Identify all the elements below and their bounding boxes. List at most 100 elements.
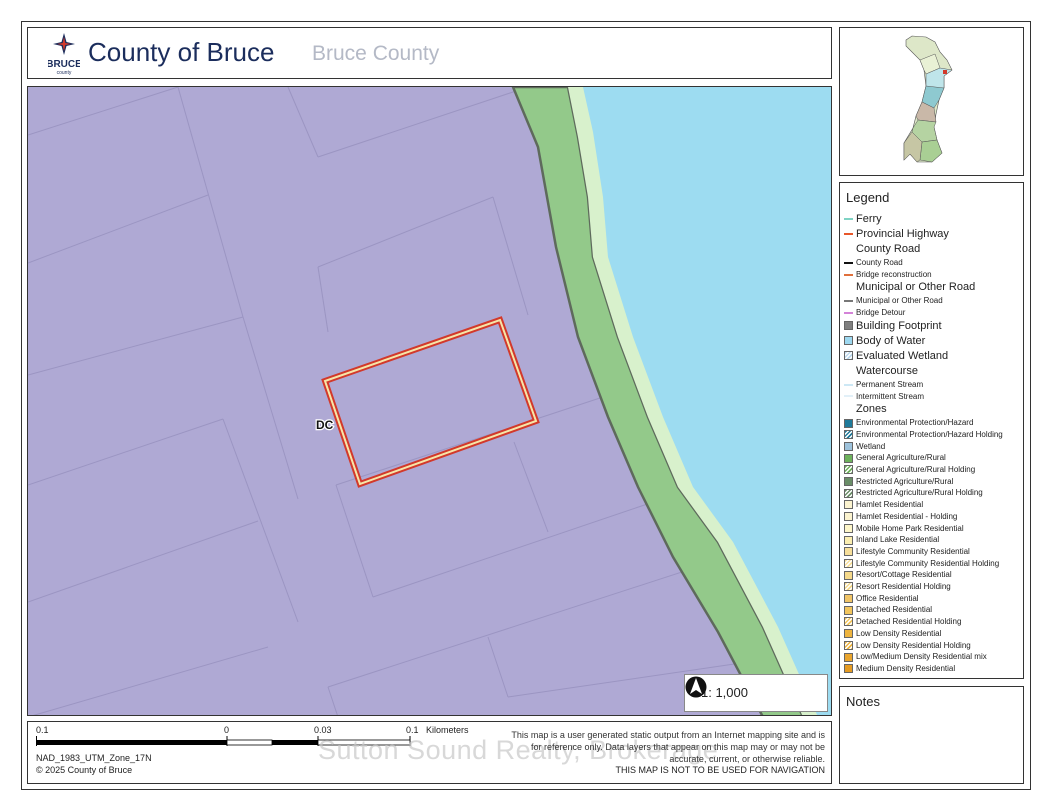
legend-item: Low Density Residential Holding	[844, 641, 971, 650]
legend-item: Low Density Residential	[844, 628, 942, 639]
legend-item: Municipal or Other Road	[844, 296, 943, 305]
legend-item-label: Ferry	[856, 213, 882, 225]
legend-item-label: Lifestyle Community Residential	[856, 546, 970, 556]
legend-item-label: Building Footprint	[856, 319, 942, 332]
legend-item-label: County Road	[856, 243, 921, 255]
zone-label: DC	[316, 418, 334, 432]
overview-inset-map	[839, 27, 1024, 176]
legend-item: Inland Lake Residential	[844, 535, 940, 545]
legend-title: Legend	[846, 190, 890, 205]
legend-item-label: Low Density Residential Holding	[856, 640, 971, 650]
legend-item-label: Detached Residential	[856, 605, 933, 615]
legend-item: Resort/Cottage Residential	[844, 570, 952, 580]
legend-item: Zones	[844, 403, 887, 415]
legend-item: General Agriculture/Rural	[844, 453, 946, 463]
legend-item: Restricted Agriculture/Rural	[844, 477, 953, 487]
legend-item-label: General Agriculture/Rural	[856, 453, 946, 463]
scale-ratio: 1: 1,000	[701, 685, 748, 700]
legend-swatch-icon	[844, 351, 853, 361]
legend-item-label: Body of Water	[856, 334, 926, 347]
legend-swatch-icon	[844, 558, 853, 568]
copyright-label: © 2025 County of Bruce	[36, 765, 133, 775]
map-view[interactable]: DC 1: 1,000	[27, 86, 832, 716]
legend-swatch-icon	[844, 261, 853, 264]
legend-item-label: Hamlet Residential - Holding	[856, 511, 958, 521]
legend-item-label: Mobile Home Park Residential	[856, 523, 964, 533]
legend-swatch-icon	[844, 336, 853, 346]
legend-item: County Road	[844, 243, 920, 255]
legend-item: Detached Residential Holding	[844, 617, 961, 627]
legend-swatch-icon	[844, 430, 853, 440]
legend-swatch-icon	[844, 629, 853, 639]
legend-item: Ferry	[844, 213, 882, 225]
legend-swatch-icon	[844, 418, 853, 428]
legend-item: Building Footprint	[844, 320, 942, 332]
legend-item: Detached Residential	[844, 605, 933, 615]
legend-item-label: Medium Density Residential	[856, 663, 956, 673]
notes-title: Notes	[846, 694, 880, 709]
legend-swatch-icon	[844, 617, 853, 627]
legend-item-label: Resort/Cottage Residential	[856, 570, 952, 580]
projection-label: NAD_1983_UTM_Zone_17N	[36, 753, 152, 763]
legend-item: County Road	[844, 258, 903, 267]
north-arrow-icon	[685, 676, 707, 698]
scale-tick-right: 0.1	[406, 725, 419, 735]
notes-panel: Notes	[839, 686, 1024, 784]
overview-map-graphic	[903, 35, 953, 163]
legend-swatch-icon	[844, 273, 853, 276]
legend-swatch-icon	[844, 582, 853, 592]
scale-tick-zero: 0	[224, 725, 230, 735]
legend-item-label: Bridge reconstruction	[856, 269, 932, 279]
legend-item-label: General Agriculture/Rural Holding	[856, 465, 976, 474]
legend-item-label: Bridge Detour	[856, 308, 906, 318]
legend-swatch-icon	[844, 523, 853, 533]
scale-indicator: 1: 1,000	[684, 674, 828, 712]
legend-swatch-icon	[844, 640, 853, 650]
legend-item-label: Watercourse	[856, 364, 918, 377]
legend-item: Evaluated Wetland	[844, 350, 948, 362]
legend-item: Body of Water	[844, 335, 925, 347]
legend-item: Lifestyle Community Residential	[844, 546, 970, 557]
legend-item-label: Low Density Residential	[856, 628, 942, 638]
legend-swatch-icon	[844, 605, 853, 615]
legend-item-label: Inland Lake Residential	[856, 535, 940, 545]
legend-item-label: Zones	[856, 403, 887, 416]
legend-swatch-icon	[844, 321, 853, 331]
scale-unit: Kilometers	[426, 725, 469, 735]
legend-swatch-icon	[844, 512, 853, 522]
legend-item-label: Restricted Agriculture/Rural Holding	[856, 488, 983, 498]
legend-item-label: Environmental Protection/Hazard Holding	[856, 429, 1003, 439]
legend-item: Permanent Stream	[844, 380, 923, 389]
legend-swatch-icon	[844, 218, 853, 221]
scale-tick-mid: 0.03	[314, 725, 332, 735]
legend-swatch-icon	[844, 570, 853, 580]
legend-item-label: Wetland	[856, 441, 886, 451]
legend-item-label: Evaluated Wetland	[856, 349, 949, 362]
legend-swatch-icon	[844, 383, 853, 386]
legend-item: Lifestyle Community Residential Holding	[844, 559, 999, 568]
legend-item: Watercourse	[844, 365, 918, 377]
legend-item: Low/Medium Density Residential mix	[844, 652, 987, 662]
legend-item: Hamlet Residential	[844, 500, 923, 510]
map-canvas: DC	[28, 87, 831, 715]
legend-item-label: Low/Medium Density Residential mix	[856, 652, 987, 662]
legend-swatch-icon	[844, 547, 853, 557]
scale-tick-left: 0.1	[36, 725, 49, 735]
legend-item: Medium Density Residential	[844, 663, 956, 674]
map-info-bar: 0.1 0 0.03 0.1 Kilometers Sutton Sound R…	[27, 721, 832, 784]
legend-swatch-icon	[844, 477, 853, 487]
legend-item-label: Municipal or Other Road	[856, 296, 943, 306]
navigation-warning: THIS MAP IS NOT TO BE USED FOR NAVIGATIO…	[615, 765, 825, 775]
legend-item: Intermittent Stream	[844, 392, 924, 401]
legend-swatch-icon	[844, 311, 853, 314]
logo-text: BRUCE	[48, 59, 80, 70]
legend-item: Environmental Protection/Hazard	[844, 418, 973, 428]
legend-item: Provincial Highway	[844, 228, 949, 240]
legend-swatch-icon	[844, 652, 853, 662]
legend-swatch-icon	[844, 395, 853, 398]
legend-swatch-icon	[844, 664, 853, 674]
legend-item: Bridge Detour	[844, 308, 905, 317]
bruce-county-logo: BRUCE county	[46, 33, 82, 76]
legend-swatch-icon	[844, 300, 853, 303]
legend-swatch-icon	[844, 500, 853, 510]
